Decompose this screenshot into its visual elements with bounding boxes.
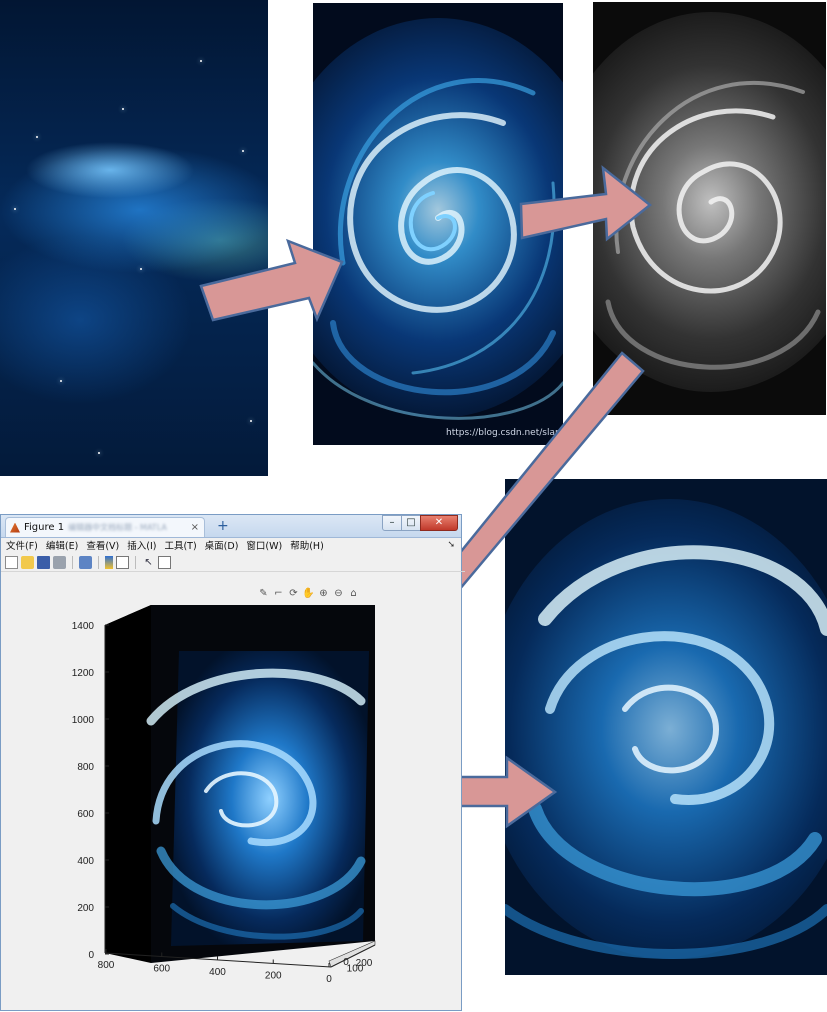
plot-box-left-face [105, 605, 151, 963]
y-tick-label: 200 [356, 958, 373, 969]
z-tick-label: 1000 [72, 715, 95, 726]
z-tick-label: 400 [77, 856, 94, 867]
x-tick-label: 800 [98, 960, 115, 971]
x-tick-label: 400 [209, 967, 226, 978]
figure-window: Figure 1 编辑器中文档标题 - MATLA × + – □ ✕ 文件(F… [0, 514, 465, 1012]
x-tick-label: 0 [326, 974, 332, 985]
surface-texture [146, 651, 369, 946]
z-axis-ticks: 0 200 400 600 800 1000 1200 1400 [72, 621, 109, 961]
z-tick-label: 0 [88, 950, 94, 961]
x-tick-label: 600 [153, 964, 170, 975]
z-tick-label: 800 [77, 762, 94, 773]
x-tick-label: 200 [265, 971, 282, 982]
z-tick-label: 200 [77, 903, 94, 914]
arrow-to-grayscale [519, 165, 653, 242]
plot-area[interactable]: 0200400600800100012001400 800 600 400 200 0 … [1, 515, 461, 1012]
z-tick-label: 1400 [72, 621, 95, 632]
z-tick-label: 1200 [72, 668, 95, 679]
y-axis-ticks: 0100200 [343, 957, 373, 975]
arrow-to-swirl [199, 238, 344, 323]
z-tick-label: 600 [77, 809, 94, 820]
